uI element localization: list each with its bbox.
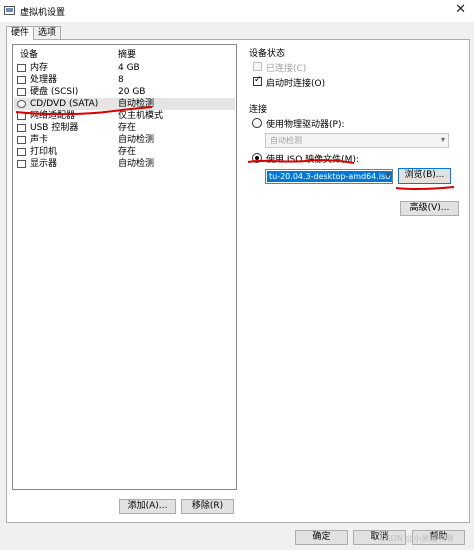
title-bar: 虚拟机设置 ✕ (0, 0, 474, 22)
tab-hardware[interactable]: 硬件 (6, 26, 35, 40)
device-name: USB 控制器 (30, 123, 79, 133)
annotation-underline-cd-dvd (15, 106, 153, 116)
physical-drive-select[interactable]: 自动检测 ▾ (265, 133, 449, 148)
advanced-button[interactable]: 高级(V)... (400, 201, 459, 216)
physical-drive-label: 使用物理驱动器(P): (266, 120, 345, 130)
checkmark-icon: ✓ (254, 75, 262, 85)
connect-at-power-on-checkbox[interactable]: ✓ (253, 75, 262, 86)
device-row-display[interactable]: 显示器 自动检测 (14, 158, 235, 170)
device-row-usb-controller[interactable]: USB 控制器 存在 (14, 122, 235, 134)
remove-device-button[interactable]: 移除(R) (181, 499, 234, 514)
ok-button[interactable]: 确定 (295, 530, 348, 545)
window-title: 虚拟机设置 (20, 8, 66, 18)
iso-path-text: tu-20.04.3-desktop-amd64.iso (267, 171, 392, 182)
device-summary: 存在 (118, 123, 137, 133)
hard-disk-icon (17, 88, 26, 96)
printer-icon (17, 148, 26, 156)
connected-checkbox[interactable] (253, 62, 262, 71)
browse-button[interactable]: 浏览(B)... (398, 168, 451, 184)
sound-card-icon (17, 136, 26, 144)
device-name: 显示器 (30, 159, 58, 169)
annotation-underline-browse (395, 186, 455, 191)
display-icon (17, 160, 26, 168)
physical-drive-value: 自动检测 (270, 136, 302, 145)
device-name: 处理器 (30, 75, 58, 85)
tab-options[interactable]: 选项 (33, 26, 62, 39)
column-header-device: 设备 (20, 50, 39, 60)
device-list-header: 设备 摘要 (14, 49, 235, 61)
watermark: CSDN @小米酱啊啊 (380, 534, 454, 543)
device-summary: 存在 (118, 147, 137, 157)
device-summary: 自动检测 (118, 159, 155, 169)
device-summary: 自动检测 (118, 135, 155, 145)
device-name: 声卡 (30, 135, 49, 145)
device-row-printer[interactable]: 打印机 存在 (14, 146, 235, 158)
connected-label: 已连接(C) (266, 64, 307, 74)
device-summary: 4 GB (118, 63, 140, 73)
device-summary: 20 GB (118, 87, 146, 97)
chevron-down-icon: ▾ (440, 135, 445, 144)
device-name: 硬盘 (SCSI) (30, 87, 79, 97)
column-header-summary: 摘要 (118, 50, 137, 60)
device-name: 打印机 (30, 147, 58, 157)
vm-settings-icon (4, 6, 15, 15)
iso-path-input[interactable]: tu-20.04.3-desktop-amd64.iso ▾ (265, 169, 393, 184)
device-status-title: 设备状态 (249, 49, 286, 59)
device-summary: 8 (118, 75, 124, 85)
connection-title: 连接 (249, 105, 268, 115)
add-device-button[interactable]: 添加(A)... (119, 499, 176, 514)
close-icon[interactable]: ✕ (455, 2, 466, 17)
device-name: 内存 (30, 63, 49, 73)
device-row-processor[interactable]: 处理器 8 (14, 74, 235, 86)
annotation-underline-iso (247, 159, 355, 164)
physical-drive-radio[interactable] (252, 118, 262, 128)
device-row-sound-card[interactable]: 声卡 自动检测 (14, 134, 235, 146)
usb-controller-icon (17, 124, 26, 132)
chevron-down-icon: ▾ (385, 171, 390, 180)
device-row-memory[interactable]: 内存 4 GB (14, 62, 235, 74)
device-row-hard-disk[interactable]: 硬盘 (SCSI) 20 GB (14, 86, 235, 98)
memory-icon (17, 64, 26, 72)
connect-at-power-on-label: 启动时连接(O) (266, 79, 326, 89)
processor-icon (17, 76, 26, 84)
